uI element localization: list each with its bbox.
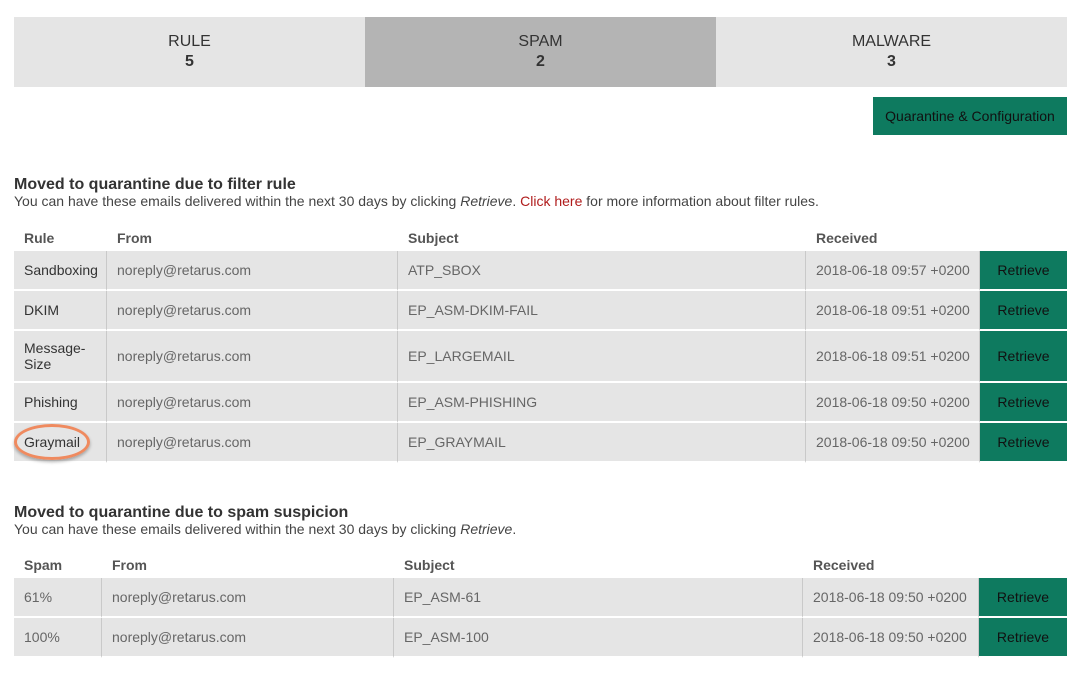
received-cell: 2018-06-18 09:51 +0200: [806, 291, 980, 331]
col-header-action: [980, 225, 1067, 251]
from-cell: noreply@retarus.com: [107, 331, 398, 383]
col-header-from: From: [112, 557, 147, 573]
spam-section-description: You can have these emails delivered with…: [14, 521, 516, 537]
retrieve-button[interactable]: Retrieve: [980, 331, 1067, 383]
table-header-row: Spam From Subject Received: [14, 552, 1067, 578]
tab-malware-label: MALWARE: [851, 33, 932, 50]
received-cell: 2018-06-18 09:50 +0200: [806, 423, 980, 463]
subject-cell: EP_ASM-PHISHING: [398, 383, 806, 423]
subject-cell: EP_GRAYMAIL: [398, 423, 806, 463]
col-header-subject: Subject: [404, 557, 455, 573]
spam-score-cell: 61%: [14, 578, 102, 618]
subject-cell: EP_LARGEMAIL: [398, 331, 806, 383]
received-cell: 2018-06-18 09:50 +0200: [803, 578, 979, 618]
filter-desc-retrieve: Retrieve: [460, 193, 513, 209]
spam-section-title: Moved to quarantine due to spam suspicio…: [14, 504, 349, 521]
rule-cell: DKIM: [14, 291, 107, 331]
spam-desc-tail: .: [512, 521, 517, 537]
col-header-rule: Rule: [24, 230, 55, 246]
subject-cell: ATP_SBOX: [398, 251, 806, 291]
filter-desc-tail: for more information about filter rules.: [582, 193, 819, 209]
spam-desc-text: You can have these emails delivered with…: [14, 521, 461, 537]
received-cell: 2018-06-18 09:50 +0200: [806, 383, 980, 423]
from-cell: noreply@retarus.com: [107, 251, 398, 291]
col-header-received: Received: [816, 230, 878, 246]
spam-quarantine-table: Spam From Subject Received 61% noreply@r…: [14, 552, 1067, 658]
tab-rule-label: RULE: [168, 33, 211, 50]
tab-spam-count: 2: [536, 53, 545, 70]
from-cell: noreply@retarus.com: [107, 291, 398, 331]
table-row: 100% noreply@retarus.com EP_ASM-100 2018…: [14, 618, 1067, 658]
filter-desc-text: You can have these emails delivered with…: [14, 193, 461, 209]
retrieve-button[interactable]: Retrieve: [980, 383, 1067, 423]
col-header-received: Received: [813, 557, 875, 573]
table-row: DKIM noreply@retarus.com EP_ASM-DKIM-FAI…: [14, 291, 1067, 331]
retrieve-button[interactable]: Retrieve: [979, 618, 1067, 658]
subject-cell: EP_ASM-DKIM-FAIL: [398, 291, 806, 331]
filter-rules-info-link[interactable]: Click here: [520, 193, 582, 209]
filter-section-title: Moved to quarantine due to filter rule: [14, 176, 296, 193]
retrieve-button[interactable]: Retrieve: [980, 251, 1067, 291]
spam-score-cell: 100%: [14, 618, 102, 658]
table-header-row: Rule From Subject Received: [14, 225, 1067, 251]
from-cell: noreply@retarus.com: [102, 578, 394, 618]
table-row: Phishing noreply@retarus.com EP_ASM-PHIS…: [14, 383, 1067, 423]
from-cell: noreply@retarus.com: [107, 383, 398, 423]
table-row: Graymail noreply@retarus.com EP_GRAYMAIL…: [14, 423, 1067, 463]
tab-malware-count: 3: [887, 53, 896, 70]
col-header-action: [979, 552, 1067, 578]
tab-spam-label: SPAM: [518, 33, 563, 50]
quarantine-configuration-button[interactable]: Quarantine & Configuration: [873, 97, 1067, 135]
from-cell: noreply@retarus.com: [107, 423, 398, 463]
category-tabs: RULE 5 SPAM 2 MALWARE 3: [14, 17, 1067, 87]
rule-cell: Phishing: [14, 383, 107, 423]
received-cell: 2018-06-18 09:51 +0200: [806, 331, 980, 383]
tab-spam[interactable]: SPAM 2: [365, 17, 716, 87]
filter-section-description: You can have these emails delivered with…: [14, 193, 819, 209]
tab-rule[interactable]: RULE 5: [14, 17, 365, 87]
received-cell: 2018-06-18 09:57 +0200: [806, 251, 980, 291]
tab-malware[interactable]: MALWARE 3: [716, 17, 1067, 87]
retrieve-button[interactable]: Retrieve: [979, 578, 1067, 618]
filter-desc-sep: .: [512, 193, 521, 209]
col-header-from: From: [117, 230, 152, 246]
filter-quarantine-table: Rule From Subject Received Sandboxing no…: [14, 225, 1067, 463]
retrieve-button[interactable]: Retrieve: [980, 291, 1067, 331]
subject-cell: EP_ASM-100: [394, 618, 803, 658]
table-row: Message-Size noreply@retarus.com EP_LARG…: [14, 331, 1067, 383]
rule-cell: Message-Size: [14, 331, 107, 383]
table-row: 61% noreply@retarus.com EP_ASM-61 2018-0…: [14, 578, 1067, 618]
from-cell: noreply@retarus.com: [102, 618, 394, 658]
col-header-spam: Spam: [24, 557, 63, 573]
retrieve-button[interactable]: Retrieve: [980, 423, 1067, 463]
table-row: Sandboxing noreply@retarus.com ATP_SBOX …: [14, 251, 1067, 291]
tab-rule-count: 5: [185, 53, 194, 70]
spam-desc-retrieve: Retrieve: [460, 521, 513, 537]
subject-cell: EP_ASM-61: [394, 578, 803, 618]
col-header-subject: Subject: [408, 230, 459, 246]
received-cell: 2018-06-18 09:50 +0200: [803, 618, 979, 658]
rule-cell: Graymail: [14, 423, 107, 463]
rule-cell: Sandboxing: [14, 251, 107, 291]
